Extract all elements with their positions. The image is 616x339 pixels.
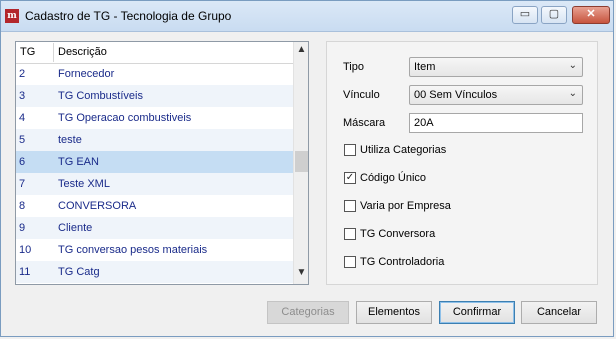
chevron-down-icon: ⌄	[568, 88, 577, 99]
checkbox-box[interactable]	[344, 256, 356, 268]
list-item[interactable]: 11 TG Catg	[16, 261, 293, 283]
elementos-button[interactable]: Elementos	[356, 301, 432, 324]
list-item[interactable]: 2 Fornecedor	[16, 63, 293, 85]
vinculo-value: 00 Sem Vínculos	[414, 89, 498, 101]
maximize-button[interactable]: ▢	[541, 6, 567, 24]
title-bar[interactable]: m Cadastro de TG - Tecnologia de Grupo ▭…	[1, 1, 613, 32]
minimize-button[interactable]: ▭	[512, 6, 538, 24]
dialog-window: m Cadastro de TG - Tecnologia de Grupo ▭…	[0, 0, 614, 337]
scroll-up-icon[interactable]: ▲	[294, 44, 308, 60]
properties-panel: Tipo Item ⌄ Vínculo 00 Sem Vínculos ⌄ Má…	[326, 41, 598, 285]
row-description: Fornecedor	[58, 68, 115, 80]
checkbox-box[interactable]	[344, 200, 356, 212]
row-description: Teste XML	[58, 178, 110, 190]
row-id: 10	[19, 244, 32, 256]
column-separator	[53, 43, 54, 62]
row-id: 4	[19, 112, 26, 124]
vinculo-label: Vínculo	[343, 89, 380, 101]
list-item[interactable]: 9 Cliente	[16, 217, 293, 239]
scrollbar-thumb[interactable]	[295, 151, 308, 172]
scroll-down-icon[interactable]: ▼	[294, 267, 308, 283]
mascara-input[interactable]: 20A	[409, 113, 583, 133]
row-description: TG EAN	[58, 156, 99, 168]
list-item[interactable]: 8 CONVERSORA	[16, 195, 293, 217]
row-description: Cliente	[58, 222, 93, 234]
row-id: 9	[19, 222, 26, 234]
vertical-scrollbar[interactable]: ▲ ▼	[293, 42, 308, 284]
checkbox-label: Código Único	[360, 172, 427, 184]
checkbox-box-checked[interactable]: ✓	[344, 172, 356, 184]
app-icon: m	[5, 9, 19, 23]
cancelar-button[interactable]: Cancelar	[521, 301, 597, 324]
row-id: 11	[19, 266, 31, 278]
mascara-label: Máscara	[343, 117, 386, 129]
row-id: 5	[19, 134, 26, 146]
row-id: 8	[19, 200, 26, 212]
categorias-button[interactable]: Categorias	[267, 301, 349, 324]
list-item[interactable]: 3 TG Combustíveis	[16, 85, 293, 107]
list-item[interactable]: 4 TG Operacao combustiveis	[16, 107, 293, 129]
window-title: Cadastro de TG - Tecnologia de Grupo	[25, 9, 232, 23]
chevron-down-icon: ⌄	[568, 60, 577, 71]
column-header-descricao[interactable]: Descrição	[58, 46, 107, 58]
row-description: teste	[58, 134, 82, 146]
vinculo-select[interactable]: 00 Sem Vínculos ⌄	[409, 85, 583, 105]
row-description: TG conversao pesos materiais	[58, 244, 208, 256]
checkbox-label: TG Conversora	[360, 228, 436, 240]
row-id: 6	[19, 156, 26, 168]
row-id: 2	[19, 68, 26, 80]
row-id: 7	[19, 178, 26, 190]
row-description: TG Combustíveis	[58, 90, 143, 102]
close-button[interactable]: ✕	[572, 6, 610, 24]
list-item[interactable]: 10 TG conversao pesos materiais	[16, 239, 293, 261]
row-description: TG Operacao combustiveis	[58, 112, 192, 124]
checkbox-label: TG Controladoria	[360, 256, 445, 268]
list-item[interactable]: 7 Teste XML	[16, 173, 293, 195]
row-description: TG Catg	[58, 266, 100, 278]
list-header: TG Descrição	[16, 42, 293, 64]
row-id: 3	[19, 90, 26, 102]
tipo-select[interactable]: Item ⌄	[409, 57, 583, 77]
column-header-tg[interactable]: TG	[20, 46, 35, 58]
checkbox-box[interactable]	[344, 144, 356, 156]
list-item-selected[interactable]: 6 TG EAN	[16, 151, 293, 173]
tipo-label: Tipo	[343, 61, 364, 73]
tg-list[interactable]: TG Descrição 2 Fornecedor 3 TG Combustívei…	[15, 41, 309, 285]
checkbox-label: Varia por Empresa	[360, 200, 451, 212]
checkbox-box[interactable]	[344, 228, 356, 240]
checkbox-label: Utiliza Categorias	[360, 144, 447, 156]
tipo-value: Item	[414, 61, 436, 73]
row-description: CONVERSORA	[58, 200, 137, 212]
list-item[interactable]: 5 teste	[16, 129, 293, 151]
confirmar-button[interactable]: Confirmar	[439, 301, 515, 324]
